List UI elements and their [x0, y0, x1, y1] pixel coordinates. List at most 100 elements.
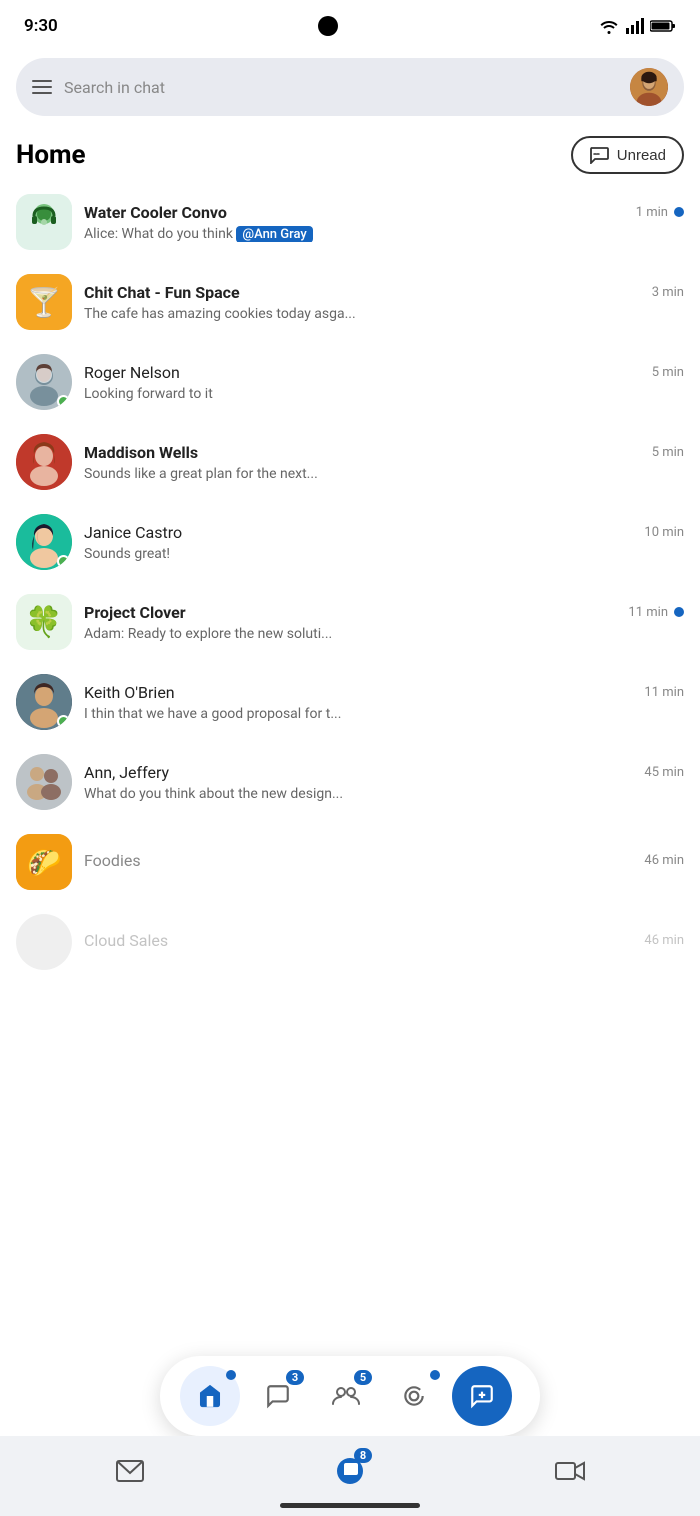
chat-avatar-cloud-sales [16, 914, 72, 970]
sys-nav-video[interactable] [540, 1446, 600, 1496]
mention-dot [430, 1370, 440, 1380]
sys-nav-chat[interactable]: 8 [320, 1446, 380, 1496]
chat-preview-maddison: Sounds like a great plan for the next... [84, 466, 684, 482]
chat-avatar-project-clover: 🍀 [16, 594, 72, 650]
svg-text:🌮: 🌮 [27, 846, 62, 879]
status-bar: 9:30 [0, 0, 700, 48]
unread-button[interactable]: Unread [571, 136, 684, 174]
chat-name-roger: Roger Nelson [84, 363, 180, 382]
chat-time-maddison: 5 min [652, 445, 684, 460]
search-bar[interactable]: Search in chat [16, 58, 684, 116]
chat-item-roger[interactable]: Roger Nelson 5 min Looking forward to it [8, 342, 692, 422]
status-icons [598, 18, 676, 34]
chat-time-project-clover: 11 min [628, 605, 684, 620]
search-placeholder: Search in chat [64, 78, 618, 97]
chat-preview-project-clover: Adam: Ready to explore the new soluti... [84, 626, 684, 642]
chat-avatar-janice [16, 514, 72, 570]
online-indicator-roger [57, 395, 70, 408]
mention-ann-gray: @Ann Gray [236, 226, 312, 242]
status-time: 9:30 [24, 16, 58, 36]
bottom-nav-float: 3 5 [160, 1356, 540, 1436]
chat-avatar-chit-chat: 🍸 [16, 274, 72, 330]
svg-text:🍸: 🍸 [27, 285, 62, 319]
home-icon [197, 1383, 223, 1409]
compose-icon [469, 1383, 495, 1409]
chat-avatar-ann-jeffery [16, 754, 72, 810]
chat-item-chit-chat[interactable]: 🍸 Chit Chat - Fun Space 3 min The cafe h… [8, 262, 692, 342]
nav-item-people[interactable]: 5 [316, 1366, 376, 1426]
nav-item-compose[interactable] [452, 1366, 512, 1426]
chat-name-cloud-sales: Cloud Sales [84, 931, 168, 950]
people-icon [332, 1383, 360, 1409]
chat-item-janice[interactable]: Janice Castro 10 min Sounds great! [8, 502, 692, 582]
chat-preview-water-cooler: Alice: What do you think @Ann Gray [84, 226, 684, 242]
chat-content-cloud-sales: Cloud Sales 46 min [84, 931, 684, 954]
chat-item-foodies[interactable]: 🌮 Foodies 46 min [8, 822, 692, 902]
chat-time-foodies: 46 min [644, 853, 684, 868]
chat-time-janice: 10 min [644, 525, 684, 540]
chat-content-maddison: Maddison Wells 5 min Sounds like a great… [84, 443, 684, 482]
chat-preview-janice: Sounds great! [84, 546, 684, 562]
chat-item-keith[interactable]: Keith O'Brien 11 min I thin that we have… [8, 662, 692, 742]
chat-avatar-roger [16, 354, 72, 410]
mail-icon [116, 1460, 144, 1482]
chat-name-ann-jeffery: Ann, Jeffery [84, 763, 169, 782]
chat-preview-chit-chat: The cafe has amazing cookies today asga.… [84, 306, 684, 322]
sys-nav-mail[interactable] [100, 1446, 160, 1496]
chat-content-water-cooler: Water Cooler Convo 1 min Alice: What do … [84, 203, 684, 242]
nav-item-chat[interactable]: 3 [248, 1366, 308, 1426]
system-bottom-bar: 8 [0, 1436, 700, 1516]
chat-content-keith: Keith O'Brien 11 min I thin that we have… [84, 683, 684, 722]
nav-item-home[interactable] [180, 1366, 240, 1426]
chat-time-ann-jeffery: 45 min [644, 765, 684, 780]
chat-name-project-clover: Project Clover [84, 603, 186, 622]
battery-icon [650, 19, 676, 33]
user-avatar[interactable] [630, 68, 668, 106]
wifi-icon [598, 18, 620, 34]
chat-content-roger: Roger Nelson 5 min Looking forward to it [84, 363, 684, 402]
chat-name-maddison: Maddison Wells [84, 443, 198, 462]
home-active-dot [226, 1370, 236, 1380]
chat-content-ann-jeffery: Ann, Jeffery 45 min What do you think ab… [84, 763, 684, 802]
chat-time-roger: 5 min [652, 365, 684, 380]
chat-name-foodies: Foodies [84, 851, 141, 870]
nav-item-mention[interactable] [384, 1366, 444, 1426]
chat-content-janice: Janice Castro 10 min Sounds great! [84, 523, 684, 562]
home-indicator [280, 1503, 420, 1508]
chat-preview-keith: I thin that we have a good proposal for … [84, 706, 684, 722]
people-badge: 5 [354, 1370, 372, 1385]
chat-avatar-maddison [16, 434, 72, 490]
chat-item-cloud-sales[interactable]: Cloud Sales 46 min [8, 902, 692, 982]
chat-item-water-cooler[interactable]: Water Cooler Convo 1 min Alice: What do … [8, 182, 692, 262]
page-title: Home [16, 140, 86, 170]
chat-icon [265, 1383, 291, 1409]
chat-item-project-clover[interactable]: 🍀 Project Clover 11 min Adam: Ready to e… [8, 582, 692, 662]
hamburger-menu[interactable] [32, 80, 52, 94]
chat-name-chit-chat: Chit Chat - Fun Space [84, 283, 240, 302]
chat-content-project-clover: Project Clover 11 min Adam: Ready to exp… [84, 603, 684, 642]
chat-list: Water Cooler Convo 1 min Alice: What do … [0, 182, 700, 982]
chat-time-chit-chat: 3 min [652, 285, 684, 300]
chat-name-keith: Keith O'Brien [84, 683, 175, 702]
chat-item-maddison[interactable]: Maddison Wells 5 min Sounds like a great… [8, 422, 692, 502]
camera-indicator [318, 16, 338, 36]
unread-dot-water-cooler [674, 207, 684, 217]
chat-name-water-cooler: Water Cooler Convo [84, 203, 227, 222]
page-header: Home Unread [0, 126, 700, 182]
signal-icon [626, 18, 644, 34]
chat-time-cloud-sales: 46 min [644, 933, 684, 948]
chat-content-chit-chat: Chit Chat - Fun Space 3 min The cafe has… [84, 283, 684, 322]
chat-content-foodies: Foodies 46 min [84, 851, 684, 874]
chat-badge-system: 8 [354, 1448, 372, 1463]
chat-badge: 3 [286, 1370, 304, 1385]
svg-text:🍀: 🍀 [25, 604, 62, 640]
chat-avatar-foodies: 🌮 [16, 834, 72, 890]
chat-preview-ann-jeffery: What do you think about the new design..… [84, 786, 684, 802]
chat-item-ann-jeffery[interactable]: Ann, Jeffery 45 min What do you think ab… [8, 742, 692, 822]
chat-avatar-water-cooler [16, 194, 72, 250]
chat-avatar-keith [16, 674, 72, 730]
chat-preview-roger: Looking forward to it [84, 386, 684, 402]
chat-time-water-cooler: 1 min [636, 205, 684, 220]
mention-icon [401, 1383, 427, 1409]
online-indicator-janice [57, 555, 70, 568]
